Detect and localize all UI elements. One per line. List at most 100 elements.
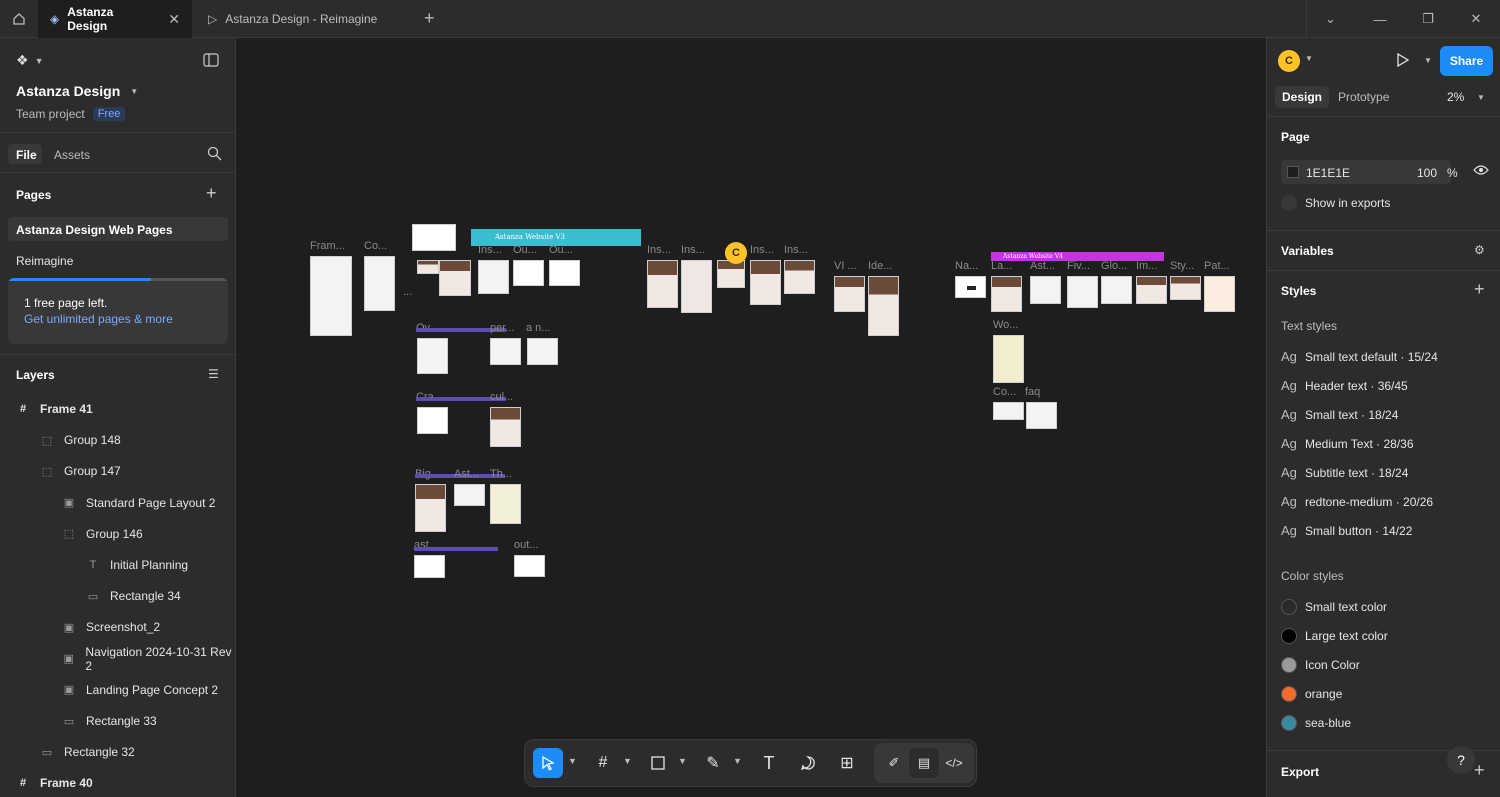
color-style-item[interactable]: Large text color xyxy=(1281,628,1388,644)
chevron-down-icon[interactable]: ⌄ xyxy=(1306,0,1354,38)
eye-icon[interactable] xyxy=(1473,164,1489,179)
layer-item[interactable]: T Initial Planning xyxy=(86,555,188,575)
search-icon[interactable] xyxy=(207,146,222,164)
color-style-item[interactable]: Small text color xyxy=(1281,599,1387,615)
canvas-frame[interactable] xyxy=(310,256,352,336)
text-style-item[interactable]: Ag Small text default · 15/24 xyxy=(1281,349,1438,364)
help-button[interactable]: ? xyxy=(1447,746,1475,774)
sidebar-toggle-icon[interactable] xyxy=(203,53,219,70)
canvas-frame[interactable] xyxy=(490,338,521,365)
canvas-frame[interactable] xyxy=(1101,276,1132,304)
chevron-down-icon[interactable]: ▼ xyxy=(623,756,632,766)
add-style-icon[interactable]: + xyxy=(1474,279,1485,300)
text-style-item[interactable]: Ag Subtitle text · 18/24 xyxy=(1281,465,1408,480)
tab-assets[interactable]: Assets xyxy=(54,148,90,162)
show-exports-checkbox[interactable] xyxy=(1281,195,1297,211)
project-name[interactable]: Astanza Design ▼ xyxy=(16,83,138,99)
canvas-frame[interactable] xyxy=(647,260,678,308)
home-icon[interactable] xyxy=(0,0,38,38)
tab-file[interactable]: File xyxy=(16,148,37,162)
layer-item[interactable]: ▣ Landing Page Concept 2 xyxy=(62,680,218,700)
design-mode-icon[interactable]: ▤ xyxy=(909,748,939,778)
canvas-frame[interactable] xyxy=(549,260,580,286)
present-play-icon[interactable] xyxy=(1396,52,1410,71)
canvas-frame[interactable] xyxy=(750,260,781,305)
text-style-item[interactable]: Ag Small button · 14/22 xyxy=(1281,523,1412,538)
tab-astanza-reimagine[interactable]: ▷ Astanza Design - Reimagine xyxy=(196,0,389,38)
layer-item[interactable]: ▭ Rectangle 32 xyxy=(40,742,135,762)
design-canvas[interactable]: Fram... Co... ... Astanza Website V3 Ins… xyxy=(236,38,1266,797)
canvas-frame[interactable] xyxy=(490,407,521,447)
page-opacity-value[interactable]: 100 xyxy=(1417,166,1437,180)
canvas-frame[interactable] xyxy=(527,338,558,365)
layer-item[interactable]: ▣ Screenshot_2 xyxy=(62,617,160,637)
layer-item[interactable]: # Frame 41 xyxy=(16,399,93,419)
layer-item[interactable]: ▣ Navigation 2024-10-31 Rev 2 xyxy=(62,645,235,673)
components-tool-icon[interactable]: ⊞ xyxy=(832,748,862,778)
minimize-icon[interactable]: — xyxy=(1356,0,1404,38)
user-avatar[interactable]: C xyxy=(1278,50,1300,72)
close-window-icon[interactable]: ✕ xyxy=(1452,0,1500,38)
text-style-item[interactable]: Ag redtone-medium · 20/26 xyxy=(1281,494,1433,509)
move-tool-icon[interactable] xyxy=(533,748,563,778)
canvas-frame[interactable] xyxy=(1030,276,1061,304)
variables-settings-icon[interactable]: ⚙ xyxy=(1474,243,1485,257)
text-style-item[interactable]: Ag Small text · 18/24 xyxy=(1281,407,1398,422)
text-tool-icon[interactable]: T xyxy=(754,748,784,778)
collaborator-cursor-avatar[interactable]: C xyxy=(725,242,747,264)
layer-item[interactable]: ⬚ Group 148 xyxy=(40,430,121,450)
zoom-level[interactable]: 2% xyxy=(1447,90,1464,104)
draw-mode-icon[interactable]: ✐ xyxy=(879,748,909,778)
canvas-frame[interactable] xyxy=(478,260,509,294)
page-item-web-pages[interactable]: Astanza Design Web Pages xyxy=(16,223,173,237)
tab-astanza-design[interactable]: ◈ Astanza Design ✕ xyxy=(38,0,192,38)
color-style-item[interactable]: Icon Color xyxy=(1281,657,1360,673)
page-item-reimagine[interactable]: Reimagine xyxy=(16,254,73,268)
dev-mode-icon[interactable]: </> xyxy=(939,748,969,778)
page-color-swatch[interactable] xyxy=(1287,166,1299,178)
canvas-frame[interactable] xyxy=(490,484,521,524)
chevron-down-icon[interactable]: ▼ xyxy=(733,756,742,766)
restore-icon[interactable]: ❐ xyxy=(1404,0,1452,38)
layer-item[interactable]: ⬚ Group 147 xyxy=(40,461,121,481)
text-style-item[interactable]: Ag Medium Text · 28/36 xyxy=(1281,436,1414,451)
canvas-frame[interactable] xyxy=(417,407,448,434)
layer-item[interactable]: ⬚ Group 146 xyxy=(62,524,143,544)
chevron-down-icon[interactable]: ▼ xyxy=(1424,56,1432,65)
canvas-frame[interactable] xyxy=(991,276,1022,312)
page-color-value[interactable]: 1E1E1E xyxy=(1306,166,1350,180)
canvas-frame[interactable] xyxy=(454,484,485,506)
chevron-down-icon[interactable]: ▼ xyxy=(1305,54,1313,63)
canvas-frame[interactable] xyxy=(1136,276,1167,304)
canvas-frame[interactable] xyxy=(417,260,439,274)
chevron-down-icon[interactable]: ▼ xyxy=(1477,93,1485,102)
upgrade-link[interactable]: Get unlimited pages & more xyxy=(24,312,173,326)
chevron-down-icon[interactable]: ▼ xyxy=(678,756,687,766)
add-page-icon[interactable]: + xyxy=(206,183,217,204)
text-style-item[interactable]: Ag Header text · 36/45 xyxy=(1281,378,1408,393)
canvas-frame[interactable] xyxy=(868,276,899,336)
chevron-down-icon[interactable]: ▼ xyxy=(568,756,577,766)
color-style-item[interactable]: orange xyxy=(1281,686,1342,702)
canvas-frame[interactable] xyxy=(415,484,446,532)
plan-badge[interactable]: Free xyxy=(92,107,126,121)
canvas-frame[interactable] xyxy=(412,224,456,251)
canvas-frame[interactable] xyxy=(681,260,712,313)
pen-tool-icon[interactable]: ✎ xyxy=(698,748,728,778)
tab-design[interactable]: Design xyxy=(1282,90,1322,104)
canvas-frame[interactable] xyxy=(1204,276,1235,312)
canvas-frame[interactable] xyxy=(1026,402,1057,429)
canvas-frame[interactable] xyxy=(1067,276,1098,308)
add-export-icon[interactable]: + xyxy=(1474,760,1485,781)
canvas-frame[interactable] xyxy=(414,555,445,578)
new-tab-icon[interactable]: + xyxy=(424,8,435,29)
canvas-frame[interactable] xyxy=(439,260,471,296)
tab-prototype[interactable]: Prototype xyxy=(1338,90,1389,104)
canvas-frame[interactable] xyxy=(955,276,986,298)
comment-tool-icon[interactable] xyxy=(793,748,823,778)
color-style-item[interactable]: sea-blue xyxy=(1281,715,1351,731)
canvas-frame[interactable] xyxy=(993,335,1024,383)
share-button[interactable]: Share xyxy=(1440,46,1493,76)
canvas-frame[interactable] xyxy=(993,402,1024,420)
layer-item[interactable]: ▭ Rectangle 33 xyxy=(62,711,157,731)
